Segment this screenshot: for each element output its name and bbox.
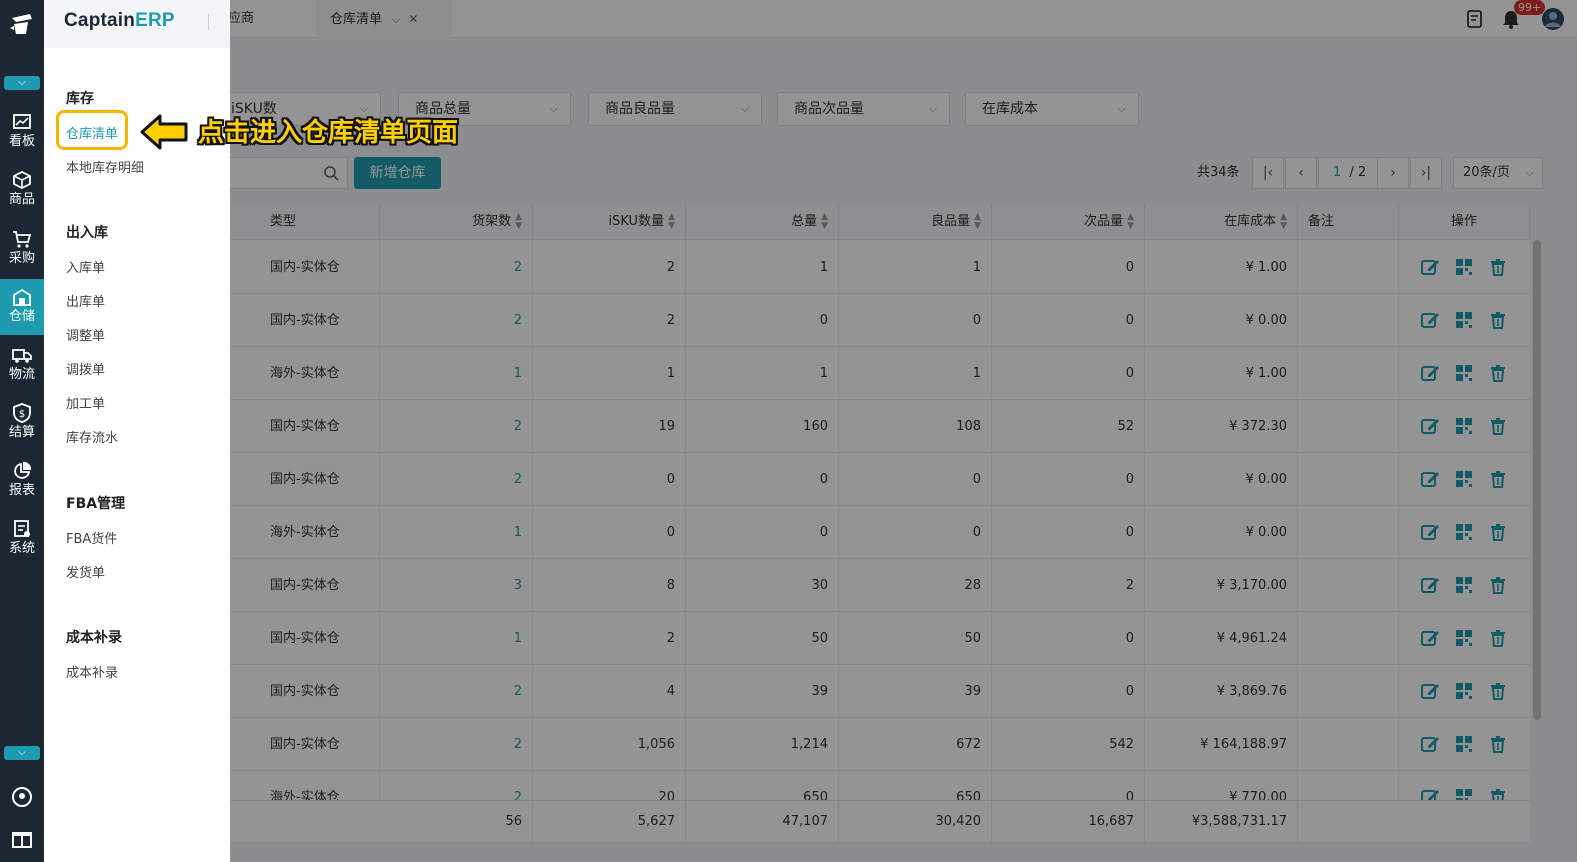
- rail-expand-button[interactable]: ⌵: [4, 76, 40, 90]
- menu-item[interactable]: 本地库存明细: [66, 157, 144, 176]
- support-icon[interactable]: [10, 785, 34, 809]
- pie-chart-icon: [14, 461, 32, 479]
- box-icon: [13, 170, 31, 190]
- cart-icon: [13, 231, 32, 248]
- menu-group-title: 出入库: [66, 225, 108, 241]
- menu-item[interactable]: 出库单: [66, 291, 105, 310]
- dollar-shield-icon: $: [13, 403, 31, 423]
- rail-item-label: 系统: [8, 541, 35, 556]
- menu-item[interactable]: 发货单: [66, 562, 105, 581]
- system-icon: [14, 520, 30, 537]
- menu-item[interactable]: 成本补录: [66, 662, 118, 681]
- rail-item-8[interactable]: 系统: [0, 511, 44, 567]
- rail-item-label: 商品: [8, 192, 35, 207]
- rail-collapse-button[interactable]: ⌵: [4, 746, 40, 760]
- truck-icon: [12, 349, 32, 363]
- rail-item-3[interactable]: 采购: [0, 221, 44, 277]
- rail-item-label: 报表: [8, 483, 35, 498]
- gift-icon[interactable]: [10, 826, 34, 850]
- menu-group-title: 库存: [66, 91, 94, 107]
- menu-item[interactable]: 调整单: [66, 325, 105, 344]
- menu-item[interactable]: 加工单: [66, 393, 105, 412]
- menu-item[interactable]: FBA货件: [66, 528, 117, 547]
- rail-item-1[interactable]: 看板: [0, 104, 44, 160]
- menu-item[interactable]: 库存流水: [66, 427, 118, 446]
- annotation-text: 点击进入仓库清单页面: [198, 118, 459, 148]
- rail-item-4[interactable]: 仓储: [0, 279, 44, 335]
- highlight-box: [56, 110, 128, 150]
- logo-icon: [10, 14, 32, 34]
- rail-item-label: 采购: [8, 251, 35, 266]
- rail-item-5[interactable]: 物流: [0, 337, 44, 393]
- menu-group-title: FBA管理: [66, 496, 126, 512]
- arrow-left-icon: [140, 114, 188, 150]
- warehouse-icon: [13, 288, 31, 306]
- brand-logo: CaptainERP: [64, 10, 175, 31]
- rail-item-7[interactable]: 报表: [0, 453, 44, 509]
- menu-item[interactable]: 调拨单: [66, 359, 105, 378]
- rail-item-2[interactable]: 商品: [0, 162, 44, 218]
- svg-text:$: $: [19, 409, 25, 420]
- rail-item-label: 物流: [8, 367, 35, 382]
- rail-item-6[interactable]: $ 结算: [0, 395, 44, 451]
- rail-item-label: 结算: [8, 425, 35, 440]
- chart-board-icon: [13, 114, 31, 129]
- rail-item-label: 看板: [8, 134, 35, 149]
- menu-header: CaptainERP: [44, 0, 230, 48]
- brand-divider: [208, 14, 209, 30]
- icon-rail: ⌵ 看板商品采购仓储物流 $ 结算报表系统 ⌵: [0, 0, 44, 862]
- rail-item-label: 仓储: [8, 309, 35, 324]
- menu-group-title: 成本补录: [66, 630, 122, 646]
- menu-item[interactable]: 入库单: [66, 257, 105, 276]
